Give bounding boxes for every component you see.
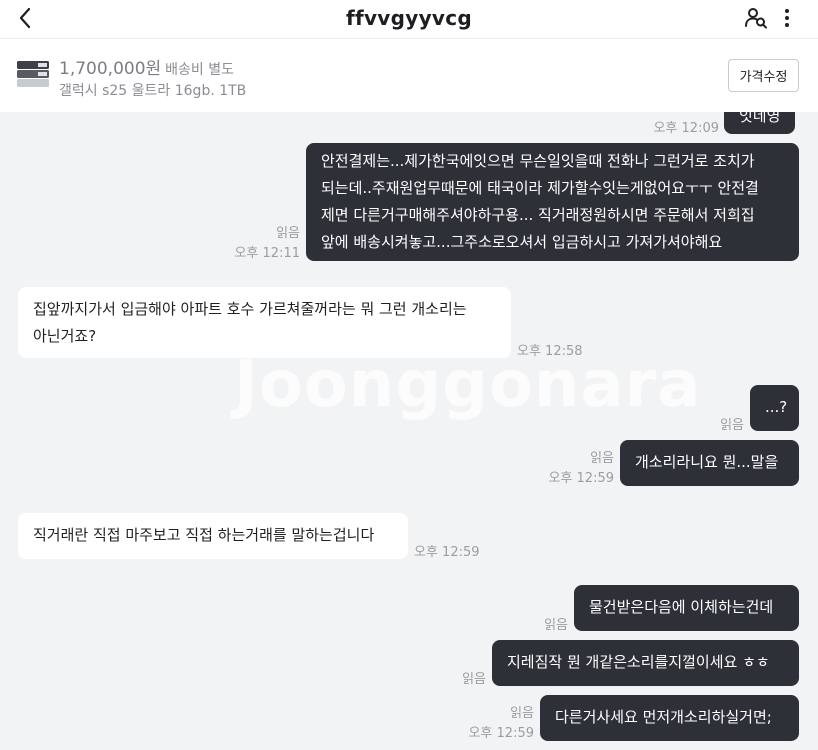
- message-text: 잇네영: [739, 112, 781, 125]
- product-price: 1,700,000원 배송비 별도: [59, 59, 235, 79]
- edit-price-button[interactable]: 가격수정: [728, 59, 799, 92]
- message-line: 안전결제는...제가한국에잇으면 무슨일잇을때 전화나 그런거로 조치가: [321, 152, 755, 170]
- read-receipt: 읽음: [544, 618, 568, 633]
- message-text: 물건받은다음에 이체하는건데: [589, 598, 774, 616]
- message-time: 오후 12:59: [468, 726, 534, 741]
- sent-message: 잇네영: [724, 112, 796, 134]
- sent-message: 다른거사세요 먼저개소리하실거면;: [540, 695, 799, 741]
- read-receipt: 읽음: [510, 706, 534, 721]
- message-line: 되는데..주재원업무때문에 태국이라 제가할수잇는게없어요ㅜㅜ 안전결: [321, 179, 759, 197]
- message-line: 앞에 배송시켜놓고...그주소로오셔서 입금하시고 가져가셔야해요: [321, 233, 723, 251]
- message-text: ...?: [765, 398, 788, 416]
- message-time: 오후 12:11: [234, 246, 300, 261]
- chat-header: ffvvgyyvcg: [0, 0, 818, 38]
- chat-messages[interactable]: Joonggonara 잇네영 오후 12:09 안전결제는...제가한국에잇으…: [0, 112, 818, 750]
- sent-message: 개소리라니요 뭔...말을: [620, 440, 799, 486]
- message-time: 오후 12:59: [414, 545, 480, 560]
- read-receipt: 읽음: [276, 226, 300, 241]
- chat-partner-name: ffvvgyyvcg: [345, 6, 473, 30]
- message-line: 아닌거죠?: [33, 327, 97, 345]
- sent-message: 물건받은다음에 이체하는건데: [574, 585, 799, 631]
- message-text: 직거래란 직접 마주보고 직접 하는거래를 말하는겁니다: [33, 526, 375, 544]
- message-text: 지레짐작 뭔 개같은소리를지껄이세요 ㅎㅎ: [507, 653, 770, 671]
- read-receipt: 읽음: [720, 418, 744, 433]
- sent-message: ...?: [750, 385, 799, 431]
- user-search-icon[interactable]: [744, 6, 768, 30]
- sent-message: 안전결제는...제가한국에잇으면 무슨일잇을때 전화나 그런거로 조치가 되는데…: [306, 143, 799, 261]
- more-options-icon[interactable]: [775, 6, 799, 30]
- received-message: 집앞까지가서 입금해야 아파트 호수 가르쳐줄꺼라는 뭐 그런 개소리는 아닌거…: [18, 287, 511, 358]
- product-name: 갤럭시 s25 울트라 16gb. 1TB: [59, 83, 247, 99]
- read-receipt: 읽음: [590, 451, 614, 466]
- message-text: 개소리라니요 뭔...말을: [635, 453, 779, 471]
- sent-message: 지레짐작 뭔 개같은소리를지껄이세요 ㅎㅎ: [492, 640, 799, 686]
- received-message: 직거래란 직접 마주보고 직접 하는거래를 말하는겁니다: [18, 513, 408, 559]
- read-receipt: 읽음: [462, 672, 486, 687]
- message-line: 집앞까지가서 입금해야 아파트 호수 가르쳐줄꺼라는 뭐 그런 개소리는: [33, 300, 467, 318]
- shipping-note: 배송비 별도: [165, 62, 235, 78]
- message-text: 다른거사세요 먼저개소리하실거면;: [555, 708, 772, 726]
- message-line: 제면 다른거구매해주셔야하구용... 직거래정원하시면 주문해서 저희집: [321, 206, 755, 224]
- message-time: 오후 12:59: [548, 471, 614, 486]
- message-time: 오후 12:09: [653, 121, 719, 136]
- product-info-bar[interactable]: 1,700,000원 배송비 별도 갤럭시 s25 울트라 16gb. 1TB 가…: [0, 38, 818, 112]
- message-time: 오후 12:58: [517, 344, 583, 359]
- watermark: Joonggonara: [234, 348, 702, 422]
- product-thumbnail: [17, 61, 49, 87]
